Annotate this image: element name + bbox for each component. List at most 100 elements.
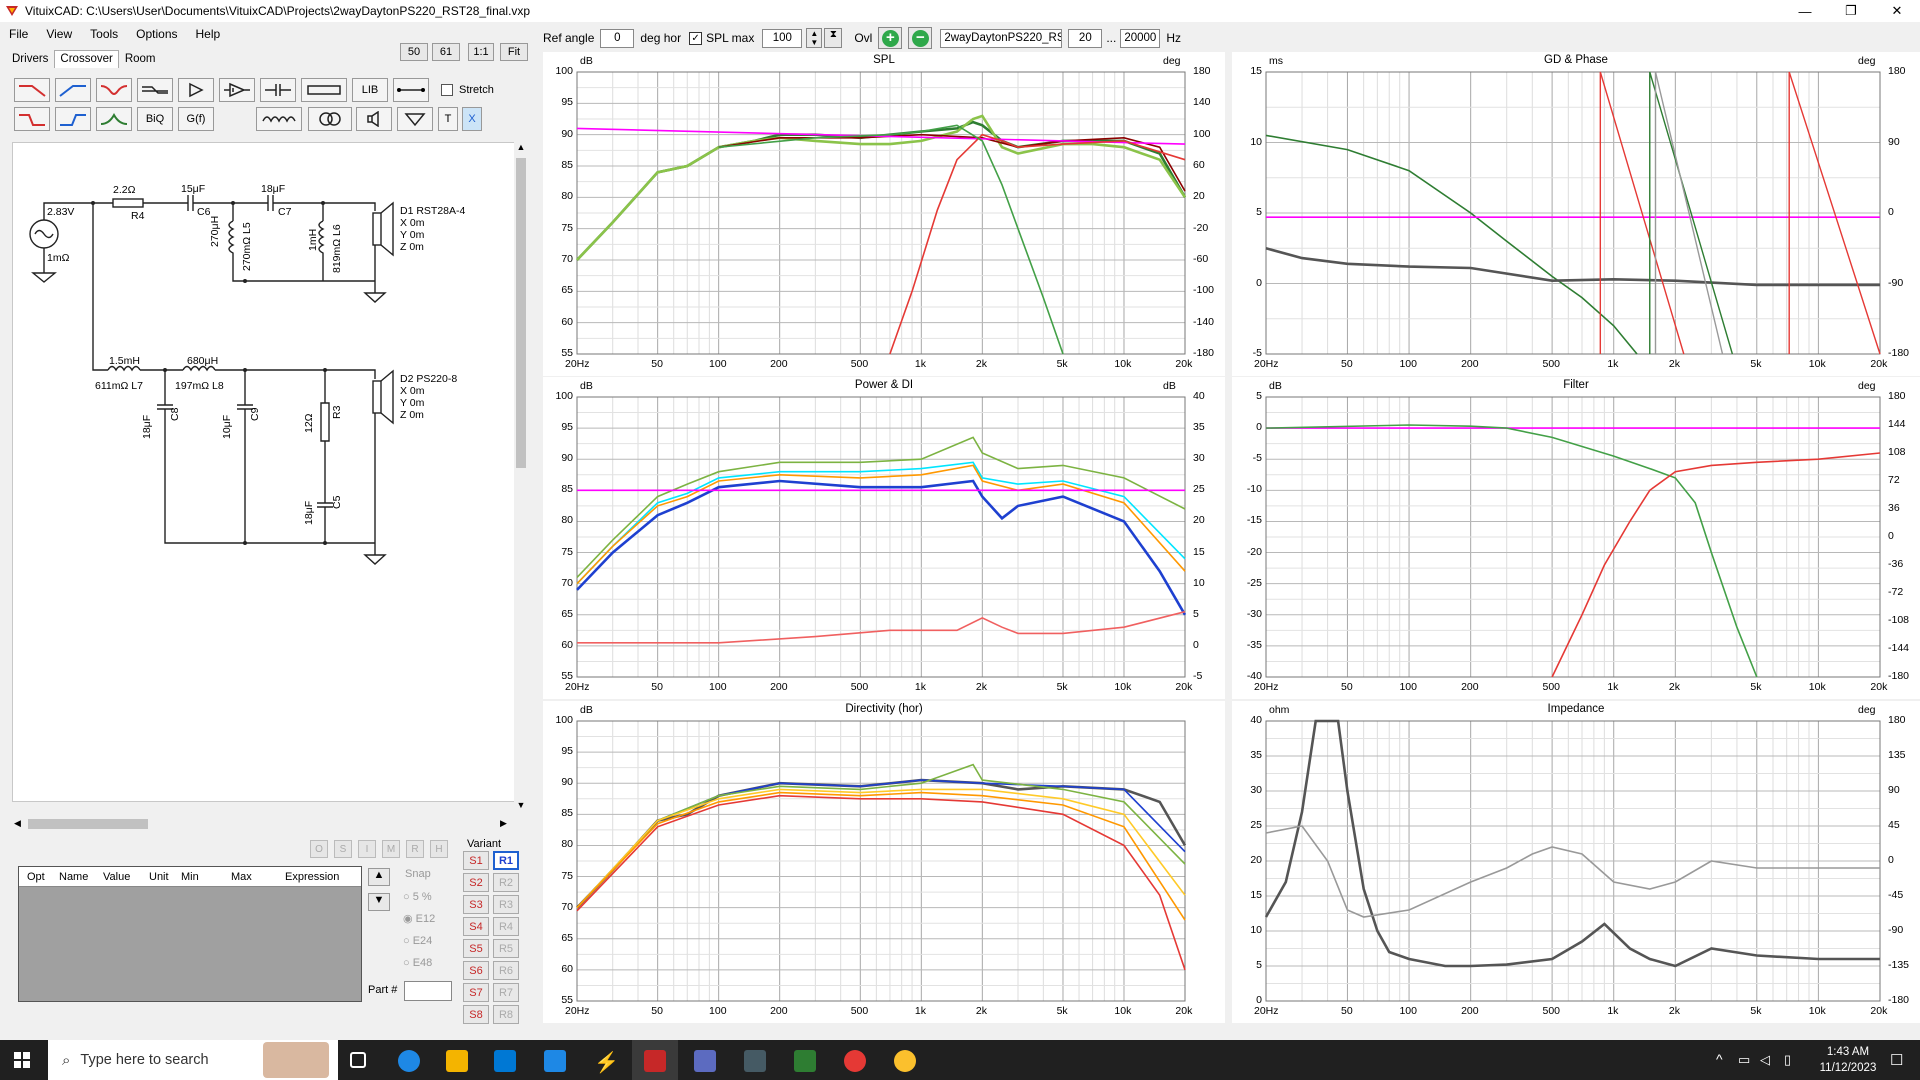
variant-save-s2[interactable]: S2 (463, 873, 489, 892)
zoom-fit-button[interactable]: Fit (500, 43, 528, 61)
vituixcad-taskbar-icon[interactable] (644, 1050, 666, 1072)
app-icon-2[interactable] (744, 1050, 766, 1072)
crossover-schematic[interactable]: 2.83V 1mΩ 2.2Ω R4 15μF C6 18μF C7 270μH … (12, 142, 526, 802)
d2-name[interactable]: D2 PS220-8 (400, 373, 457, 385)
edge-icon[interactable] (398, 1050, 420, 1072)
lowpass-red-2-tool[interactable] (14, 107, 50, 131)
tab-room[interactable]: Room (119, 50, 162, 68)
t-tool[interactable]: T (438, 107, 458, 131)
variant-save-s8[interactable]: S8 (463, 1005, 489, 1024)
zoom-50-button[interactable]: 50 (400, 43, 428, 61)
scroll-down-icon[interactable]: ▼ (514, 800, 528, 814)
l7-value[interactable]: 1.5mH (109, 355, 140, 367)
variant-recall-r2[interactable]: R2 (493, 873, 519, 892)
bandstop-red-tool[interactable] (96, 78, 132, 102)
battery-icon[interactable]: ▯ (1784, 1052, 1791, 1068)
spl-graph[interactable]: SPL dB deg 100 95 90 85 80 75 70 65 60 55 180 140 100 60… (543, 52, 1225, 376)
highpass-blue-tool[interactable] (55, 78, 91, 102)
highpass-blue-2-tool[interactable] (55, 107, 91, 131)
scroll-up-icon[interactable]: ▲ (514, 142, 528, 156)
move-down-icon[interactable]: ▼ (368, 893, 390, 911)
app-icon-4[interactable] (844, 1050, 866, 1072)
d1-name[interactable]: D1 RST28A-4 (400, 205, 465, 217)
variant-save-s7[interactable]: S7 (463, 983, 489, 1002)
variant-recall-r6[interactable]: R6 (493, 961, 519, 980)
overlay-add-button[interactable]: + (878, 27, 903, 49)
menu-tools[interactable]: Tools (81, 27, 127, 41)
l6-value[interactable]: 1mH (307, 229, 319, 251)
library-tool[interactable]: LIB (352, 78, 388, 102)
app-icon-1[interactable] (694, 1050, 716, 1072)
variant-recall-r7[interactable]: R7 (493, 983, 519, 1002)
parameter-table[interactable]: Opt Name Value Unit Min Max Expression (18, 866, 362, 1002)
x-tool[interactable]: X (462, 107, 482, 131)
snap-5pct[interactable]: ○ 5 % (403, 886, 435, 908)
opamp-tool[interactable] (219, 78, 255, 102)
store-icon[interactable] (494, 1050, 516, 1072)
snap-e24[interactable]: ○ E24 (403, 930, 435, 952)
part-number-input[interactable] (404, 981, 452, 1001)
stretch-checkbox[interactable] (441, 84, 453, 96)
clock[interactable]: 1:43 AM 11/12/2023 (1808, 1044, 1888, 1076)
volume-icon[interactable]: ◁ (1760, 1052, 1770, 1068)
variant-recall-r4[interactable]: R4 (493, 917, 519, 936)
opt-h-button[interactable]: H (430, 840, 448, 858)
freq-min-input[interactable]: 20 (1068, 28, 1103, 48)
scroll-thumb[interactable] (516, 158, 526, 468)
r4-value[interactable]: 2.2Ω (113, 184, 135, 196)
c7-value[interactable]: 18μF (261, 183, 285, 195)
notification-icon[interactable]: ☐ (1890, 1051, 1903, 1069)
opt-i-button[interactable]: I (358, 840, 376, 858)
tray-up-icon[interactable]: ^ (1716, 1051, 1723, 1067)
variant-save-s1[interactable]: S1 (463, 851, 489, 870)
freq-max-input[interactable]: 20000 (1120, 28, 1161, 48)
buffer-tool[interactable] (178, 78, 214, 102)
file-explorer-icon[interactable] (446, 1050, 468, 1072)
c5-value[interactable]: 18μF (303, 501, 315, 525)
c8-value[interactable]: 18μF (141, 415, 153, 439)
menu-file[interactable]: File (0, 27, 37, 41)
l5-value[interactable]: 270μH (209, 216, 221, 247)
transformer-tool[interactable] (308, 107, 352, 131)
task-view-icon[interactable] (350, 1052, 366, 1068)
capacitor-tool[interactable] (260, 78, 296, 102)
inductor-tool[interactable] (256, 107, 302, 131)
variant-recall-r5[interactable]: R5 (493, 939, 519, 958)
windows-start-icon[interactable] (14, 1052, 30, 1068)
lowpass-red-tool[interactable] (14, 78, 50, 102)
directivity-graph[interactable]: Directivity (hor) dB 100 95 90 85 80 75 70 65 60 55… (543, 701, 1225, 1023)
opt-r-button[interactable]: R (406, 840, 424, 858)
snap-e48[interactable]: ○ E48 (403, 952, 435, 974)
menu-view[interactable]: View (37, 27, 81, 41)
shelf-tool[interactable] (137, 78, 173, 102)
network-icon[interactable]: ▭ (1738, 1052, 1750, 1068)
impedance-graph[interactable]: Impedance ohm deg 40 35 30 25 20 15 10 5 0 180 135 90 4… (1232, 701, 1920, 1023)
variant-recall-r3[interactable]: R3 (493, 895, 519, 914)
mail-icon[interactable] (544, 1050, 566, 1072)
schematic-horizontal-scrollbar[interactable]: ◀ ▶ (12, 816, 514, 832)
close-button[interactable]: ✕ (1874, 0, 1920, 22)
variant-save-s3[interactable]: S3 (463, 895, 489, 914)
opt-s-button[interactable]: S (334, 840, 352, 858)
variant-save-s6[interactable]: S6 (463, 961, 489, 980)
variant-recall-r8[interactable]: R8 (493, 1005, 519, 1024)
overlay-project-input[interactable]: 2wayDaytonPS220_RS (940, 28, 1063, 48)
bandpass-green-tool[interactable] (96, 107, 132, 131)
variant-recall-r1[interactable]: R1 (493, 851, 519, 870)
c9-value[interactable]: 10μF (221, 415, 233, 439)
snap-e12[interactable]: ◉ E12 (403, 908, 435, 930)
spl-spinner-icon[interactable]: ▲ ▼ (806, 28, 823, 48)
resistor-tool[interactable] (301, 78, 347, 102)
hourglass-icon[interactable]: ⧗ (824, 28, 843, 48)
app-icon-3[interactable] (794, 1050, 816, 1072)
schematic-vertical-scrollbar[interactable]: ▲ ▼ (514, 142, 528, 814)
lightning-icon[interactable]: ⚡ (594, 1050, 619, 1074)
taskbar-search[interactable]: ⌕ Type here to search (48, 1040, 338, 1080)
opt-o-button[interactable]: O (310, 840, 328, 858)
filter-graph[interactable]: Filter dB deg 5 0 -5 -10 -15 -20 -25 -30 -35 -40 180 1… (1232, 377, 1920, 699)
zoom-61-button[interactable]: 61 (432, 43, 460, 61)
biquad-tool[interactable]: BiQ (137, 107, 173, 131)
r3-value[interactable]: 12Ω (303, 413, 315, 433)
gd-phase-graph[interactable]: GD & Phase ms deg 15 10 5 0 -5 180 90 0 -90 -180 20Hz… (1232, 52, 1920, 376)
scroll-right-icon[interactable]: ▶ (500, 818, 510, 830)
